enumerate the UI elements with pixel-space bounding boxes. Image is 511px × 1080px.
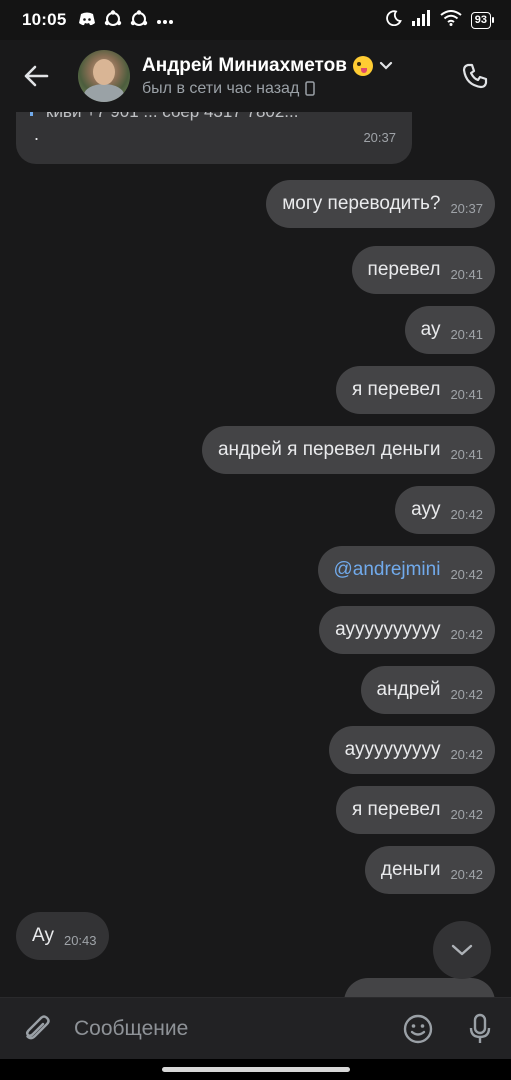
online-status: был в сети час назад xyxy=(142,79,300,97)
message-bubble-outgoing[interactable]: деньги 20:42 xyxy=(364,846,495,894)
mention-link[interactable]: @andrejmini xyxy=(334,546,441,594)
message-bubble-outgoing[interactable]: я перевел 20:41 xyxy=(335,366,495,414)
battery-indicator: 93 xyxy=(470,11,495,29)
back-arrow-icon xyxy=(24,65,49,87)
message-bubble-outgoing[interactable]: @andrejmini 20:42 xyxy=(317,546,495,594)
message-text: аууууууууу xyxy=(344,739,441,760)
message-time: 20:42 xyxy=(450,807,483,822)
message-text: киви +7 901 ... сбер 4317 7802... xyxy=(46,112,298,122)
paperclip-icon xyxy=(26,1014,50,1039)
message-time: 20:41 xyxy=(450,267,483,282)
message-text: ауу xyxy=(411,499,441,520)
scroll-to-bottom-button[interactable] xyxy=(433,921,491,979)
back-button[interactable] xyxy=(0,40,72,112)
more-notifications-icon xyxy=(156,12,174,28)
home-handle[interactable] xyxy=(162,1067,350,1072)
avatar[interactable] xyxy=(78,50,130,102)
message-bubble-incoming[interactable]: киви +7 901 ... сбер 4317 7802... . 20:3… xyxy=(16,112,412,164)
message-time: 20:37 xyxy=(363,130,396,145)
message-bubble-outgoing[interactable]: ауууууууууу 20:42 xyxy=(319,606,495,654)
message-composer xyxy=(0,997,511,1059)
message-bubble-outgoing-partial[interactable] xyxy=(344,978,495,997)
message-bubble-outgoing[interactable]: ау 20:41 xyxy=(404,306,495,354)
message-bubble-outgoing[interactable]: перевел 20:41 xyxy=(351,246,495,294)
system-icons: 93 xyxy=(385,9,495,31)
message-bubble-outgoing[interactable]: я перевел 20:42 xyxy=(335,786,495,834)
notification-icons xyxy=(78,9,174,31)
sync-icon-2 xyxy=(130,9,148,31)
message-bubble-outgoing[interactable]: ауу 20:42 xyxy=(395,486,495,534)
message-text: ауууууууууу xyxy=(335,619,441,640)
chevron-down-icon xyxy=(379,61,393,70)
message-bubble-outgoing[interactable]: могу переводить? 20:37 xyxy=(266,180,495,228)
message-text: андрей я перевел деньги xyxy=(217,439,441,460)
message-text: андрей xyxy=(376,679,441,700)
message-list[interactable]: киви +7 901 ... сбер 4317 7802... . 20:3… xyxy=(0,112,511,997)
phone-icon xyxy=(462,63,488,89)
signal-icon xyxy=(411,9,431,31)
message-time: 20:42 xyxy=(450,687,483,702)
message-time: 20:41 xyxy=(450,327,483,342)
sync-icon xyxy=(104,9,122,31)
discord-icon xyxy=(78,12,96,29)
message-text: могу переводить? xyxy=(282,193,441,214)
message-time: 20:42 xyxy=(450,867,483,882)
status-bar: 10:05 93 xyxy=(0,0,511,40)
zany-face-emoji-icon xyxy=(352,55,373,76)
message-text: я перевел xyxy=(351,379,441,400)
message-text: Ау xyxy=(32,925,54,946)
message-time: 20:42 xyxy=(450,567,483,582)
message-bubble-outgoing[interactable]: андрей 20:42 xyxy=(360,666,495,714)
message-time: 20:42 xyxy=(450,627,483,642)
message-bubble-outgoing[interactable]: андрей я перевел деньги 20:41 xyxy=(201,426,495,474)
message-time: 20:41 xyxy=(450,387,483,402)
message-time: 20:37 xyxy=(450,201,483,216)
chat-header: Андрей Миниахметов был в сети час назад xyxy=(0,40,511,112)
call-button[interactable] xyxy=(439,40,511,112)
message-text: деньги xyxy=(380,859,441,880)
message-input[interactable] xyxy=(74,1016,387,1041)
message-time: 20:41 xyxy=(450,447,483,462)
message-text: ау xyxy=(420,319,441,340)
message-text-extra: . xyxy=(34,124,40,144)
message-text: перевел xyxy=(367,259,441,280)
attach-button[interactable] xyxy=(0,1014,74,1044)
microphone-icon xyxy=(469,1013,491,1043)
moon-icon xyxy=(385,9,402,31)
emoji-button[interactable] xyxy=(387,1014,449,1044)
wifi-icon xyxy=(440,9,462,31)
message-bubble-outgoing[interactable]: аууууууууу 20:42 xyxy=(328,726,495,774)
chevron-down-icon xyxy=(451,944,473,956)
mobile-device-icon xyxy=(305,81,316,96)
message-text: я перевел xyxy=(351,799,441,820)
message-time: 20:42 xyxy=(450,507,483,522)
smiley-icon xyxy=(403,1014,433,1043)
message-time: 20:43 xyxy=(63,933,97,948)
status-time: 10:05 xyxy=(22,10,67,29)
contact-name: Андрей Миниахметов xyxy=(142,54,347,76)
chat-title[interactable]: Андрей Миниахметов был в сети час назад xyxy=(142,55,393,98)
voice-message-button[interactable] xyxy=(449,1013,511,1045)
message-time: 20:42 xyxy=(450,747,483,762)
system-nav-bar xyxy=(0,1059,511,1080)
message-bubble-incoming[interactable]: Ау 20:43 xyxy=(16,912,109,960)
